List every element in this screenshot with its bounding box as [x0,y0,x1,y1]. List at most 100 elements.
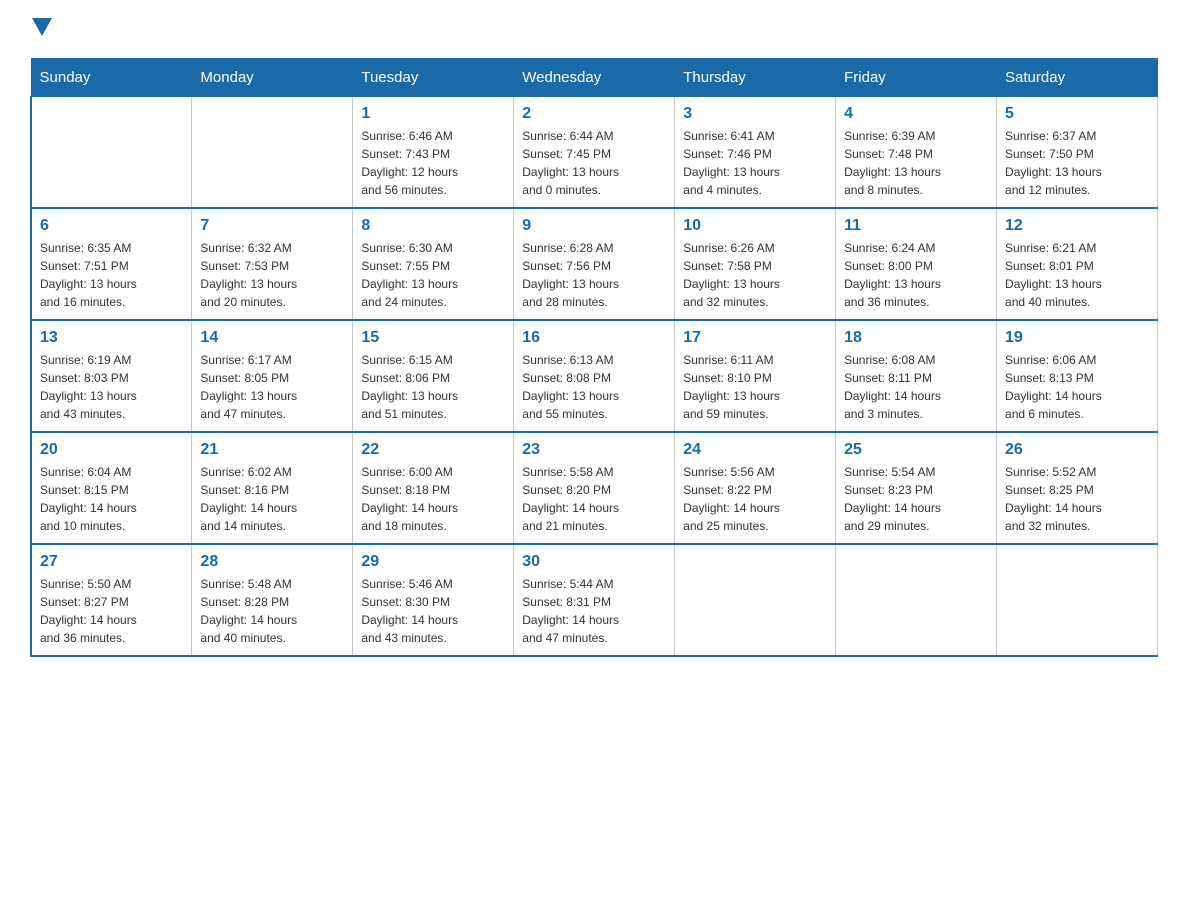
day-number: 23 [522,441,666,459]
day-number: 26 [1005,441,1149,459]
day-info: Sunrise: 6:24 AM Sunset: 8:00 PM Dayligh… [844,239,988,311]
day-number: 21 [200,441,344,459]
calendar-table: Sunday Monday Tuesday Wednesday Thursday… [30,58,1158,657]
day-info: Sunrise: 6:19 AM Sunset: 8:03 PM Dayligh… [40,351,183,423]
col-saturday: Saturday [997,59,1158,97]
calendar-cell: 16 Sunrise: 6:13 AM Sunset: 8:08 PM Dayli… [514,320,675,432]
calendar-week-row: 27 Sunrise: 5:50 AM Sunset: 8:27 PM Dayli… [31,544,1158,656]
calendar-cell: 24 Sunrise: 5:56 AM Sunset: 8:22 PM Dayli… [675,432,836,544]
day-number: 1 [361,105,505,123]
calendar-cell [836,544,997,656]
day-info: Sunrise: 6:17 AM Sunset: 8:05 PM Dayligh… [200,351,344,423]
day-number: 28 [200,553,344,571]
day-number: 12 [1005,217,1149,235]
day-number: 5 [1005,105,1149,123]
calendar-week-row: 20 Sunrise: 6:04 AM Sunset: 8:15 PM Dayli… [31,432,1158,544]
calendar-cell: 2Sunrise: 6:44 AM Sunset: 7:45 PM Daylig… [514,97,675,209]
day-info: Sunrise: 6:41 AM Sunset: 7:46 PM Dayligh… [683,127,827,199]
day-number: 3 [683,105,827,123]
day-number: 7 [200,217,344,235]
day-info: Sunrise: 6:30 AM Sunset: 7:55 PM Dayligh… [361,239,505,311]
day-info: Sunrise: 6:26 AM Sunset: 7:58 PM Dayligh… [683,239,827,311]
calendar-cell: 7 Sunrise: 6:32 AM Sunset: 7:53 PM Daylig… [192,208,353,320]
day-info: Sunrise: 5:52 AM Sunset: 8:25 PM Dayligh… [1005,463,1149,535]
col-tuesday: Tuesday [353,59,514,97]
day-number: 8 [361,217,505,235]
day-number: 6 [40,217,183,235]
day-info: Sunrise: 6:06 AM Sunset: 8:13 PM Dayligh… [1005,351,1149,423]
day-info: Sunrise: 5:46 AM Sunset: 8:30 PM Dayligh… [361,575,505,647]
calendar-week-row: 13 Sunrise: 6:19 AM Sunset: 8:03 PM Dayli… [31,320,1158,432]
calendar-cell: 26 Sunrise: 5:52 AM Sunset: 8:25 PM Dayli… [997,432,1158,544]
calendar-cell: 19 Sunrise: 6:06 AM Sunset: 8:13 PM Dayli… [997,320,1158,432]
calendar-cell: 10 Sunrise: 6:26 AM Sunset: 7:58 PM Dayli… [675,208,836,320]
day-info: Sunrise: 6:11 AM Sunset: 8:10 PM Dayligh… [683,351,827,423]
day-number: 4 [844,105,988,123]
day-info: Sunrise: 6:46 AM Sunset: 7:43 PM Dayligh… [361,127,505,199]
day-number: 10 [683,217,827,235]
col-thursday: Thursday [675,59,836,97]
day-info: Sunrise: 5:56 AM Sunset: 8:22 PM Dayligh… [683,463,827,535]
day-number: 20 [40,441,183,459]
page-header [30,20,1158,38]
day-info: Sunrise: 6:13 AM Sunset: 8:08 PM Dayligh… [522,351,666,423]
day-info: Sunrise: 6:28 AM Sunset: 7:56 PM Dayligh… [522,239,666,311]
calendar-cell: 1 Sunrise: 6:46 AM Sunset: 7:43 PM Daylig… [353,97,514,209]
col-wednesday: Wednesday [514,59,675,97]
day-info: Sunrise: 6:15 AM Sunset: 8:06 PM Dayligh… [361,351,505,423]
calendar-cell: 27 Sunrise: 5:50 AM Sunset: 8:27 PM Dayli… [31,544,192,656]
day-info: Sunrise: 5:48 AM Sunset: 8:28 PM Dayligh… [200,575,344,647]
day-info: Sunrise: 5:50 AM Sunset: 8:27 PM Dayligh… [40,575,183,647]
calendar-cell [31,97,192,209]
col-sunday: Sunday [31,59,192,97]
day-number: 14 [200,329,344,347]
day-number: 30 [522,553,666,571]
calendar-cell: 15 Sunrise: 6:15 AM Sunset: 8:06 PM Dayli… [353,320,514,432]
day-info: Sunrise: 6:32 AM Sunset: 7:53 PM Dayligh… [200,239,344,311]
calendar-cell: 8 Sunrise: 6:30 AM Sunset: 7:55 PM Daylig… [353,208,514,320]
day-number: 25 [844,441,988,459]
day-number: 19 [1005,329,1149,347]
calendar-cell: 11 Sunrise: 6:24 AM Sunset: 8:00 PM Dayli… [836,208,997,320]
calendar-cell [997,544,1158,656]
logo-triangle-icon [32,18,52,38]
logo [30,20,52,38]
day-number: 9 [522,217,666,235]
day-info: Sunrise: 6:02 AM Sunset: 8:16 PM Dayligh… [200,463,344,535]
day-number: 11 [844,217,988,235]
calendar-cell: 9 Sunrise: 6:28 AM Sunset: 7:56 PM Daylig… [514,208,675,320]
day-number: 22 [361,441,505,459]
calendar-cell: 18Sunrise: 6:08 AM Sunset: 8:11 PM Dayli… [836,320,997,432]
calendar-cell: 12 Sunrise: 6:21 AM Sunset: 8:01 PM Dayli… [997,208,1158,320]
day-number: 29 [361,553,505,571]
calendar-cell: 29 Sunrise: 5:46 AM Sunset: 8:30 PM Dayli… [353,544,514,656]
calendar-cell: 23 Sunrise: 5:58 AM Sunset: 8:20 PM Dayli… [514,432,675,544]
calendar-cell: 20 Sunrise: 6:04 AM Sunset: 8:15 PM Dayli… [31,432,192,544]
day-number: 16 [522,329,666,347]
day-number: 24 [683,441,827,459]
day-info: Sunrise: 6:39 AM Sunset: 7:48 PM Dayligh… [844,127,988,199]
day-info: Sunrise: 6:00 AM Sunset: 8:18 PM Dayligh… [361,463,505,535]
day-info: Sunrise: 6:37 AM Sunset: 7:50 PM Dayligh… [1005,127,1149,199]
calendar-cell [675,544,836,656]
calendar-cell: 28 Sunrise: 5:48 AM Sunset: 8:28 PM Dayli… [192,544,353,656]
calendar-week-row: 1 Sunrise: 6:46 AM Sunset: 7:43 PM Daylig… [31,97,1158,209]
calendar-cell: 17Sunrise: 6:11 AM Sunset: 8:10 PM Dayli… [675,320,836,432]
day-info: Sunrise: 6:35 AM Sunset: 7:51 PM Dayligh… [40,239,183,311]
calendar-cell: 30Sunrise: 5:44 AM Sunset: 8:31 PM Dayli… [514,544,675,656]
day-info: Sunrise: 6:21 AM Sunset: 8:01 PM Dayligh… [1005,239,1149,311]
day-number: 18 [844,329,988,347]
calendar-header-row: Sunday Monday Tuesday Wednesday Thursday… [31,59,1158,97]
day-info: Sunrise: 5:54 AM Sunset: 8:23 PM Dayligh… [844,463,988,535]
calendar-cell: 22 Sunrise: 6:00 AM Sunset: 8:18 PM Dayli… [353,432,514,544]
day-info: Sunrise: 5:58 AM Sunset: 8:20 PM Dayligh… [522,463,666,535]
calendar-cell: 21 Sunrise: 6:02 AM Sunset: 8:16 PM Dayli… [192,432,353,544]
calendar-cell: 6 Sunrise: 6:35 AM Sunset: 7:51 PM Daylig… [31,208,192,320]
day-number: 27 [40,553,183,571]
calendar-cell: 4 Sunrise: 6:39 AM Sunset: 7:48 PM Daylig… [836,97,997,209]
day-info: Sunrise: 6:04 AM Sunset: 8:15 PM Dayligh… [40,463,183,535]
day-number: 13 [40,329,183,347]
day-info: Sunrise: 6:44 AM Sunset: 7:45 PM Dayligh… [522,127,666,199]
day-number: 15 [361,329,505,347]
calendar-cell [192,97,353,209]
